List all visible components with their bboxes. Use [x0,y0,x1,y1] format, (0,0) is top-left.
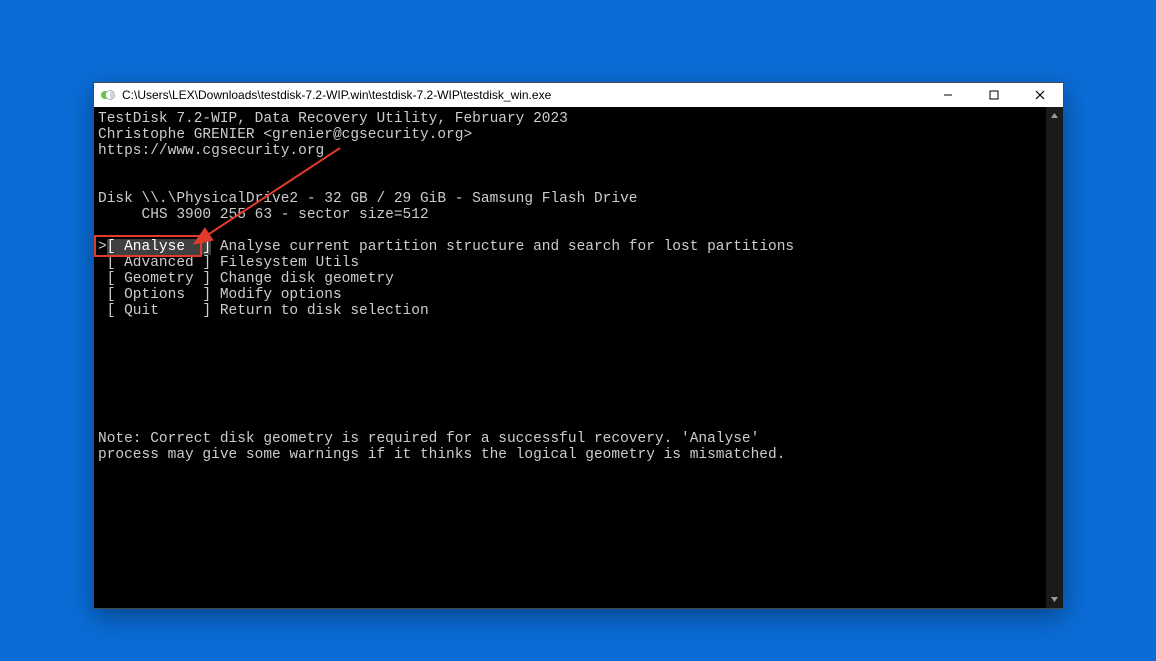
menu-item[interactable]: [ Quit ] Return to disk selection [98,303,1046,319]
chs-line: CHS 3900 255 63 - sector size=512 [98,207,1046,223]
app-icon [100,87,116,103]
blank-line [98,159,1046,175]
blank-line [98,415,1046,431]
blank-line [98,223,1046,239]
scroll-up-arrow[interactable] [1046,107,1063,124]
app-window: C:\Users\LEX\Downloads\testdisk-7.2-WIP.… [93,82,1064,609]
header-line: TestDisk 7.2-WIP, Data Recovery Utility,… [98,111,1046,127]
maximize-button[interactable] [971,83,1017,107]
window-title: C:\Users\LEX\Downloads\testdisk-7.2-WIP.… [122,88,925,102]
minimize-button[interactable] [925,83,971,107]
blank-line [98,399,1046,415]
header-line: https://www.cgsecurity.org [98,143,1046,159]
note-line: Note: Correct disk geometry is required … [98,431,1046,447]
blank-line [98,351,1046,367]
header-line: Christophe GRENIER <grenier@cgsecurity.o… [98,127,1046,143]
menu-item[interactable]: >[ Analyse ] Analyse current partition s… [98,239,1046,255]
scroll-down-arrow[interactable] [1046,591,1063,608]
titlebar[interactable]: C:\Users\LEX\Downloads\testdisk-7.2-WIP.… [94,83,1063,107]
blank-line [98,175,1046,191]
vertical-scrollbar[interactable] [1046,107,1063,608]
note-line: process may give some warnings if it thi… [98,447,1046,463]
menu-item[interactable]: [ Geometry ] Change disk geometry [98,271,1046,287]
desktop-background: C:\Users\LEX\Downloads\testdisk-7.2-WIP.… [0,0,1156,661]
blank-line [98,335,1046,351]
menu-item[interactable]: [ Advanced ] Filesystem Utils [98,255,1046,271]
terminal-output[interactable]: TestDisk 7.2-WIP, Data Recovery Utility,… [94,107,1046,608]
window-controls [925,83,1063,107]
blank-line [98,383,1046,399]
client-area: TestDisk 7.2-WIP, Data Recovery Utility,… [94,107,1063,608]
blank-line [98,319,1046,335]
disk-line: Disk \\.\PhysicalDrive2 - 32 GB / 29 GiB… [98,191,1046,207]
blank-line [98,367,1046,383]
close-button[interactable] [1017,83,1063,107]
menu-item[interactable]: [ Options ] Modify options [98,287,1046,303]
